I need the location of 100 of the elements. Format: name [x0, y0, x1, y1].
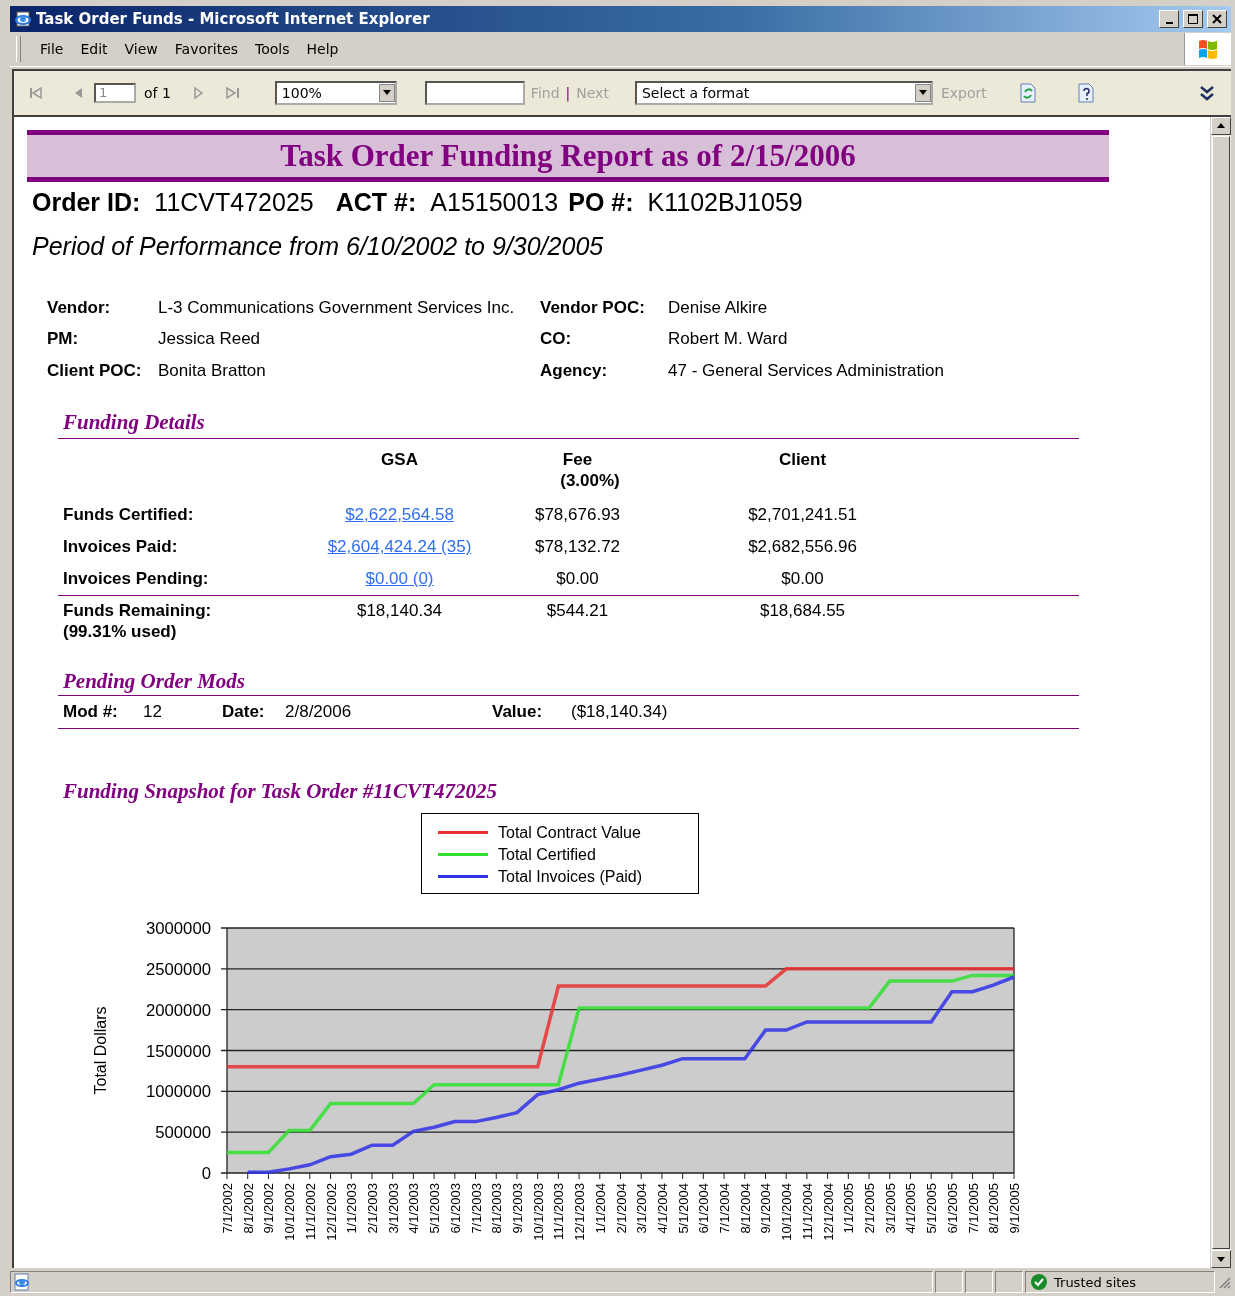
caret-icon: [382, 90, 391, 96]
x-tick-label: 3/1/2003: [385, 1183, 401, 1235]
x-tick-label: 9/1/2005: [1007, 1183, 1022, 1235]
info-value: Denise Alkire: [668, 296, 769, 319]
field-label: Value:: [492, 702, 544, 723]
resize-grip-icon[interactable]: [1217, 1275, 1231, 1289]
info-label: Client POC:: [47, 359, 143, 382]
id-label: PO #:: [568, 188, 634, 218]
menu-item[interactable]: Favorites: [167, 38, 246, 59]
zoom-dropdown[interactable]: 100%: [274, 80, 397, 105]
menu-item[interactable]: Help: [299, 38, 346, 59]
table-cell: $18,140.34: [356, 601, 443, 621]
maximize-icon: [1187, 13, 1199, 25]
caret-icon: [918, 90, 927, 96]
security-zone: Trusted sites: [1054, 1274, 1137, 1290]
x-tick-label: 8/1/2002: [240, 1183, 256, 1235]
x-tick-label: 1/1/2005: [841, 1183, 857, 1235]
format-dropdown[interactable]: Select a format: [634, 80, 933, 105]
x-tick-label: 8/1/2005: [986, 1183, 1002, 1235]
section-heading: Funding Details: [58, 410, 1079, 440]
column-note: (3.00%): [559, 470, 620, 492]
status-panel: [995, 1271, 1023, 1293]
down-arrow-icon[interactable]: [1217, 1256, 1225, 1262]
scrollbar[interactable]: [1210, 116, 1231, 1269]
x-tick-label: 12/1/2002: [323, 1183, 339, 1242]
y-tick-label: 500000: [155, 1124, 209, 1142]
table-cell: $78,132.72: [534, 537, 621, 557]
separator: |: [565, 84, 571, 101]
legend-label: Total Invoices (Paid): [498, 867, 643, 888]
x-tick-label: 6/1/2004: [696, 1183, 712, 1235]
x-tick-label: 1/1/2003: [344, 1183, 360, 1235]
field-value: 12: [143, 702, 163, 723]
x-tick-label: 12/1/2004: [820, 1183, 836, 1242]
info-label: Agency:: [540, 359, 609, 382]
field-label: Date:: [222, 702, 266, 723]
row-label: Funds Remaining:: [62, 600, 213, 622]
column-header: Fee: [561, 449, 593, 471]
table-cell: $78,676.93: [534, 505, 621, 525]
x-tick-label: 10/1/2002: [282, 1183, 298, 1242]
info-label: Vendor POC:: [540, 296, 646, 319]
id-value: 11CVT472025: [154, 188, 314, 218]
x-tick-label: 10/1/2004: [779, 1183, 795, 1242]
x-tick-label: 2/1/2004: [613, 1183, 629, 1235]
y-tick-label: 2500000: [145, 961, 209, 979]
row-label: Funds Certified:: [62, 504, 195, 527]
minimize-icon: [1165, 22, 1173, 24]
x-tick-label: 3/1/2005: [882, 1183, 898, 1235]
legend-label: Total Contract Value: [498, 823, 641, 844]
x-tick-label: 2/1/2005: [862, 1183, 878, 1235]
close-button[interactable]: [1207, 10, 1227, 28]
x-tick-label: 10/1/2003: [530, 1183, 546, 1242]
maximize-button[interactable]: [1183, 10, 1203, 28]
id-value: A15150013: [430, 188, 559, 218]
page-count: of 1: [144, 84, 171, 101]
x-tick-label: 5/1/2005: [924, 1183, 940, 1235]
x-tick-label: 4/1/2003: [406, 1183, 422, 1235]
table-cell: $2,701,241.51: [748, 505, 857, 525]
id-label: ACT #:: [335, 188, 417, 218]
section-heading: Pending Order Mods: [58, 670, 1079, 697]
amount-link[interactable]: $2,622,564.58: [345, 505, 454, 525]
x-tick-label: 7/1/2003: [468, 1183, 484, 1235]
id-label: Order ID:: [32, 188, 141, 218]
row-note: (99.31% used): [62, 621, 178, 643]
refresh-icon[interactable]: [1018, 82, 1037, 103]
y-tick-label: 2000000: [145, 1002, 209, 1020]
x-tick-label: 12/1/2003: [572, 1183, 588, 1242]
menu-item[interactable]: Tools: [248, 38, 297, 59]
y-tick-label: 0: [201, 1165, 211, 1183]
y-axis-label: Total Dollars: [92, 1006, 109, 1095]
performance-period: Period of Performance from 6/10/2002 to 9/30/2005: [32, 231, 605, 262]
field-value: 2/8/2006: [285, 702, 353, 723]
up-arrow-icon[interactable]: [1217, 123, 1225, 129]
status-panel: [965, 1271, 993, 1293]
info-value: Jessica Reed: [158, 328, 262, 351]
menu-item[interactable]: View: [117, 38, 165, 59]
field-value: ($18,140.34): [571, 702, 668, 723]
help-icon[interactable]: [1076, 82, 1095, 103]
info-value: Robert M. Ward: [668, 328, 789, 351]
info-label: CO:: [540, 328, 573, 351]
column-header: GSA: [380, 449, 418, 471]
minimize-button[interactable]: [1159, 10, 1179, 28]
field-label: Mod #:: [63, 702, 119, 723]
row-label: Invoices Pending:: [62, 568, 210, 591]
x-tick-label: 5/1/2003: [427, 1183, 443, 1235]
status-panel: [935, 1271, 963, 1293]
info-label: Vendor:: [47, 296, 112, 319]
find-field[interactable]: [424, 80, 525, 105]
double-chevron-icon[interactable]: [1199, 83, 1215, 102]
menu-item[interactable]: File: [33, 38, 71, 59]
y-tick-label: 1500000: [145, 1042, 209, 1060]
x-tick-label: 11/1/2003: [551, 1183, 567, 1241]
x-tick-label: 7/1/2002: [220, 1183, 235, 1235]
x-tick-label: 11/1/2002: [302, 1183, 318, 1241]
amount-link[interactable]: $2,604,424.24 (35): [327, 537, 472, 557]
page-number-field[interactable]: 1: [94, 82, 136, 103]
amount-link[interactable]: $0.00 (0): [365, 569, 434, 589]
info-value: Bonita Bratton: [158, 359, 267, 382]
menu-item[interactable]: Edit: [73, 38, 115, 59]
info-label: PM:: [47, 328, 80, 351]
x-tick-label: 11/1/2004: [799, 1183, 815, 1241]
